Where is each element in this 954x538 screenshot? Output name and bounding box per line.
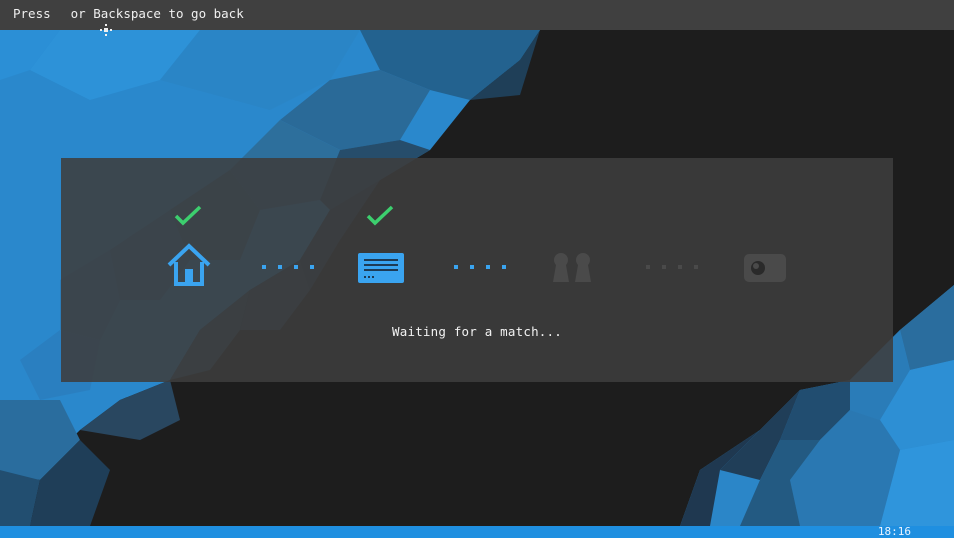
server-list-icon — [358, 253, 404, 283]
home-icon — [167, 243, 211, 286]
hint-prefix: Press — [13, 6, 51, 21]
players-icon — [553, 253, 591, 282]
game-icon — [744, 254, 786, 282]
gamepad-dpad-icon — [54, 7, 112, 36]
step-home-check-icon — [174, 205, 202, 226]
progress-dots-2 — [454, 265, 506, 269]
top-bar: Press or Backspace to go back — [0, 0, 954, 36]
status-text: Waiting for a match... — [392, 324, 562, 339]
clock: 18:16 — [877, 525, 911, 538]
progress-dots-1 — [262, 265, 314, 269]
matchmaking-panel: Waiting for a match... — [61, 158, 893, 382]
step-list-check-icon — [366, 205, 394, 226]
hint-suffix: or Backspace to go back — [70, 6, 244, 21]
bottom-bar: 18:16 — [0, 526, 954, 538]
back-hint: Press or Backspace to go back — [13, 6, 244, 36]
progress-dots-3 — [646, 265, 698, 269]
